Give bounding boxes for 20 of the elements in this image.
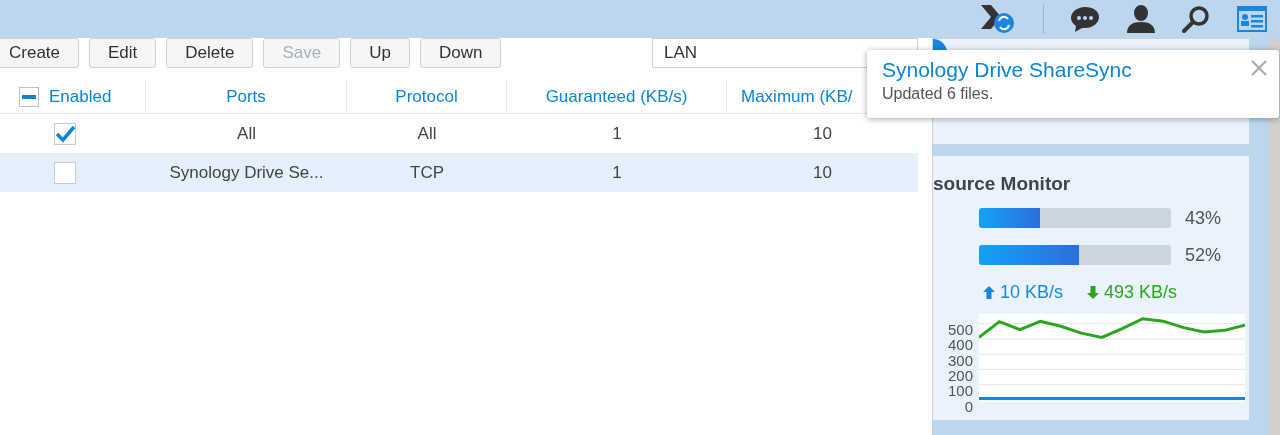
table-cell-text: 1 [611,122,623,145]
table-cell-text: Synology Drive Se... [168,161,325,184]
table-cell-text: All [416,122,438,145]
axis-tick-label: 100 [947,383,973,399]
axis-tick-label: 500 [947,322,973,338]
axis-tick-label: 200 [947,367,973,383]
table-cell-text: 10 [812,122,833,145]
download-speed: 493 KB/s [1104,280,1178,304]
widget-title: source Monitor [933,172,1072,196]
axis-tick-label: 0 [964,398,973,414]
table-cell-text: TCP [409,161,445,184]
table-cell-text: 10 [812,161,833,184]
axis-tick-label: 400 [947,337,973,353]
notification-message: Updated 6 files. [882,84,995,104]
table-cell-text: All [236,122,257,145]
axis-tick-label: 300 [947,352,973,368]
usage-percent: 43% [1185,206,1222,230]
usage-percent: 52% [1185,243,1222,267]
table-cell-text: 1 [611,161,623,184]
upload-speed: 10 KB/s [1000,280,1064,304]
